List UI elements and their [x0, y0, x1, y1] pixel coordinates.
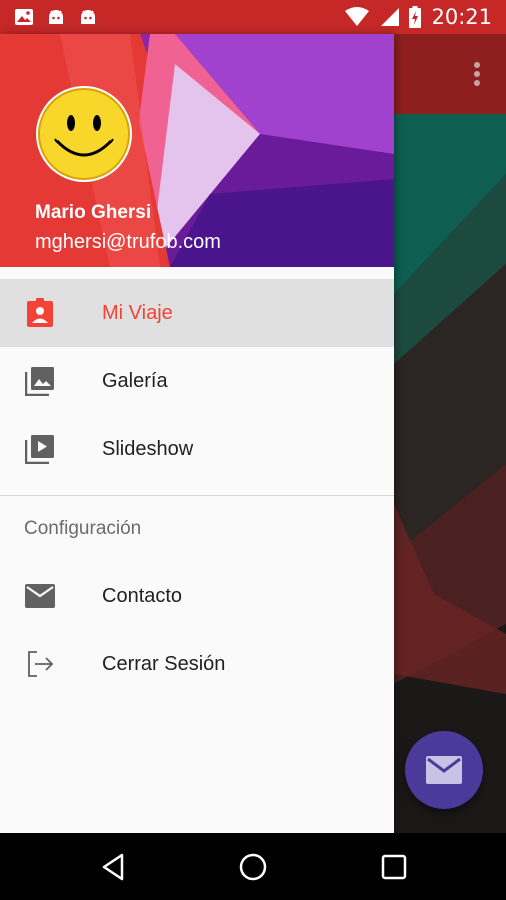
android-icon [49, 10, 63, 24]
menu-label: Slideshow [102, 437, 194, 460]
home-icon[interactable] [237, 851, 269, 883]
wifi-icon [345, 7, 370, 26]
menu-label: Mi Viaje [102, 301, 173, 324]
back-icon[interactable] [98, 851, 130, 883]
menu-item-mi-viaje[interactable]: Mi Viaje [0, 279, 394, 347]
menu-label: Cerrar Sesión [102, 652, 226, 675]
menu-item-slideshow[interactable]: Slideshow [0, 415, 394, 483]
email-icon [426, 756, 462, 784]
menu-item-cerrar-sesion[interactable]: Cerrar Sesión [0, 630, 394, 698]
drawer-header: Mario Ghersi mghersi@trufob.com [0, 34, 394, 267]
recents-icon[interactable] [378, 851, 410, 883]
photo-library-icon [24, 365, 56, 397]
slideshow-icon [24, 433, 56, 465]
background-app [394, 34, 506, 833]
user-email: mghersi@trufob.com [35, 231, 221, 253]
app-bar [394, 34, 506, 114]
background-artwork [394, 34, 506, 833]
avatar[interactable] [35, 85, 133, 183]
assignment-ind-icon [24, 297, 56, 329]
battery-charging-icon [409, 6, 422, 28]
overflow-menu-icon[interactable] [474, 62, 480, 86]
navigation-bar [0, 833, 506, 900]
status-time: 20:21 [431, 5, 492, 29]
android-icon [81, 10, 95, 24]
user-name: Mario Ghersi [35, 202, 152, 223]
menu-label: Galería [102, 369, 168, 392]
email-icon [24, 580, 56, 612]
logout-icon [24, 648, 56, 680]
email-fab-button[interactable] [405, 731, 483, 809]
section-title-configuracion: Configuración [24, 518, 142, 539]
navigation-drawer: Mario Ghersi mghersi@trufob.com Mi Viaje… [0, 34, 394, 833]
image-icon [15, 9, 33, 25]
signal-icon [381, 8, 400, 26]
menu-item-galeria[interactable]: Galería [0, 347, 394, 415]
menu-label: Contacto [102, 584, 183, 607]
menu-item-contacto[interactable]: Contacto [0, 562, 394, 630]
status-bar: 20:21 [0, 0, 506, 34]
